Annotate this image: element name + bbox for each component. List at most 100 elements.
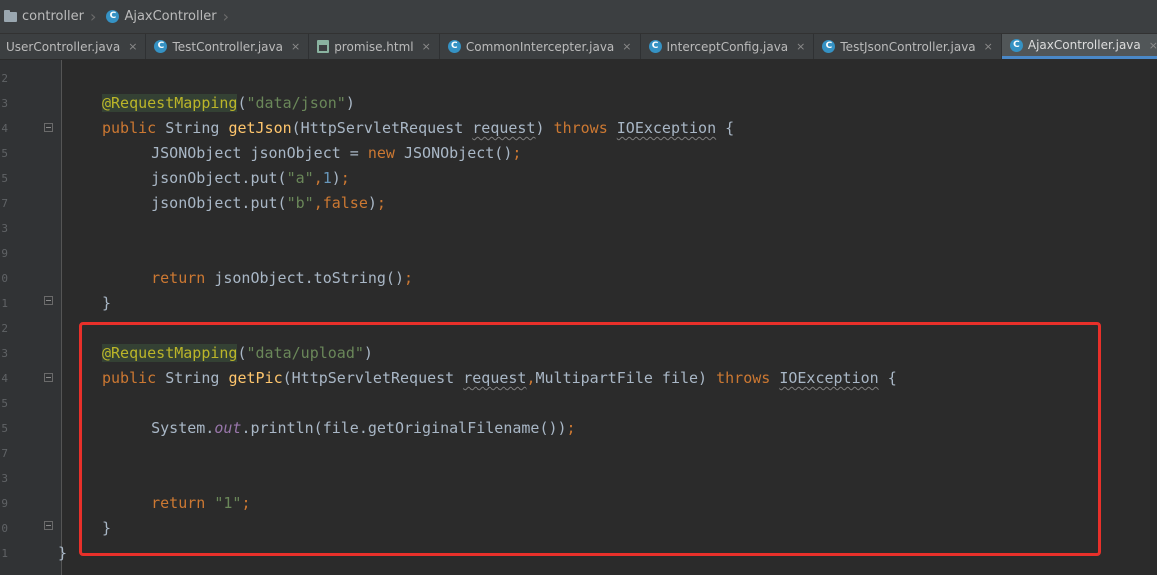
exception-token: IOException [616,119,717,137]
semicolon-token: ; [404,269,414,287]
paren-token: ) [363,344,373,362]
comma-token: , [313,194,323,212]
code-line: @RequestMapping("data/json") [102,93,355,113]
field-token: out [214,419,242,437]
tab-label: promise.html [334,39,414,54]
code-line: @RequestMapping("data/upload") [102,343,373,363]
tab-intercept-config[interactable]: C InterceptConfig.java × [641,34,815,59]
class-c-icon: C [106,10,120,23]
method-name-token: getJson [228,119,292,137]
breadcrumb-label: controller [22,9,85,24]
comma-token: , [526,369,536,387]
string-token: "b" [286,194,314,212]
tab-common-intercepter[interactable]: C CommonIntercepter.java × [440,34,641,59]
code-line: return "1"; [115,493,250,513]
line-number-marker: 1 [1,297,8,310]
chevron-right-icon: › [222,7,229,26]
number-token: 1 [322,169,332,187]
semicolon-token: ; [376,194,386,212]
annotation-token: @RequestMapping [102,344,238,362]
code-line: jsonObject.put("b",false); [115,193,386,213]
tab-label: TestJsonController.java [840,39,976,54]
fold-marker-icon[interactable] [44,296,53,305]
fold-marker-icon[interactable] [44,521,53,530]
type-token: String [156,119,229,137]
line-number-marker: 5 [1,172,8,185]
line-number-marker: 7 [1,197,8,210]
brace-token: { [716,119,735,137]
breadcrumb-label: AjaxController [124,9,217,24]
code-token: ) [367,194,377,212]
line-number-marker: 7 [1,447,8,460]
code-token: JSONObject jsonObject = [115,144,368,162]
type-token: String [156,369,229,387]
tab-test-controller[interactable]: C TestController.java × [146,34,310,59]
code-line: } [102,518,111,538]
code-area[interactable]: @RequestMapping("data/json") public Stri… [58,60,1157,575]
brace-token: { [878,369,897,387]
code-line: public String getJson(HttpServletRequest… [102,118,734,138]
tab-label: AjaxController.java [1027,38,1141,52]
string-token: "a" [286,169,314,187]
class-c-icon: C [648,40,662,53]
tab-ajax-controller[interactable]: C AjaxController.java × [1001,34,1157,59]
close-icon[interactable]: × [422,40,431,53]
breadcrumb-item-ajaxcontroller[interactable]: C AjaxController › [102,0,235,33]
breadcrumb: controller › C AjaxController › [0,0,1157,34]
comma-token: , [313,169,323,187]
annotation-token: @RequestMapping [102,94,238,112]
code-token: jsonObject.put( [115,194,287,212]
close-icon[interactable]: × [128,40,137,53]
close-icon[interactable]: × [984,40,993,53]
tab-label: UserController.java [6,39,121,54]
fold-marker-icon[interactable] [44,123,53,132]
semicolon-token: ; [566,419,576,437]
editor-gutter: 2 3 4 5 5 7 3 9 0 1 2 3 4 5 5 7 3 9 0 1 [0,60,62,575]
param-token: request [472,119,536,137]
fold-marker-icon[interactable] [44,373,53,382]
code-line: jsonObject.put("a",1); [115,168,350,188]
keyword-token: return [115,494,206,512]
line-number-marker: 0 [1,272,8,285]
tab-test-json-controller[interactable]: C TestJsonController.java × [814,34,1002,59]
line-number-marker: 3 [1,347,8,360]
line-number-marker: 9 [1,247,8,260]
tab-user-controller[interactable]: UserController.java × [0,34,147,59]
close-icon[interactable]: × [291,40,300,53]
paren-token: ( [237,344,247,362]
chevron-right-icon: › [90,7,97,26]
line-number-marker: 5 [1,147,8,160]
line-number-marker: 3 [1,222,8,235]
brace-token: } [58,544,68,562]
keyword-token: false [322,194,368,212]
breadcrumb-item-controller[interactable]: controller › [0,0,102,33]
line-number-marker: 3 [1,97,8,110]
close-icon[interactable]: × [796,40,805,53]
string-token: "data/json" [246,94,346,112]
keyword-token: public [102,369,157,387]
code-token: jsonObject.put( [115,169,287,187]
line-number-marker: 5 [1,422,8,435]
line-number-marker: 5 [1,397,8,410]
keyword-token: new [367,144,395,162]
brace-token: } [102,294,112,312]
params-token: ) [535,119,554,137]
class-c-icon: C [447,40,461,53]
code-line: } [102,293,111,313]
paren-token: ( [237,94,247,112]
class-c-icon: C [1009,38,1023,52]
html-file-icon [317,40,330,53]
code-token: JSONObject() [394,144,513,162]
code-token: jsonObject.toString() [205,269,404,287]
tab-promise-html[interactable]: promise.html × [309,34,440,59]
close-icon[interactable]: × [622,40,631,53]
code-editor[interactable]: 2 3 4 5 5 7 3 9 0 1 2 3 4 5 5 7 3 9 0 1 … [0,60,1157,575]
close-icon[interactable]: × [1149,39,1157,52]
code-line: } [58,543,67,563]
semicolon-token: ; [241,494,251,512]
params-token: MultipartFile file) [535,369,717,387]
code-line: JSONObject jsonObject = new JSONObject()… [115,143,521,163]
line-number-marker: 0 [1,522,8,535]
